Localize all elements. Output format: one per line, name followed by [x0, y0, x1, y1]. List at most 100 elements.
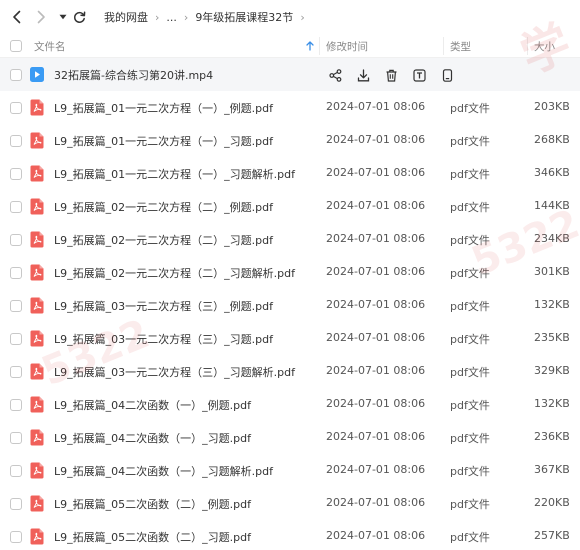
pdf-file-icon [30, 396, 44, 413]
pdf-file-icon [30, 297, 44, 314]
share-icon [328, 68, 341, 82]
breadcrumb-separator: › [155, 10, 160, 24]
back-button[interactable] [8, 8, 26, 26]
file-row[interactable]: L9_拓展篇_01一元二次方程（一）_习题解析.pdf 2024-07-01 08… [0, 157, 580, 190]
file-row[interactable]: L9_拓展篇_02一元二次方程（二）_习题解析.pdf 2024-07-01 08… [0, 256, 580, 289]
file-name[interactable]: L9_拓展篇_04二次函数（一）_习题解析.pdf [54, 463, 273, 479]
breadcrumb-item-root[interactable]: 我的网盘 [104, 9, 148, 25]
file-row[interactable]: L9_拓展篇_02一元二次方程（二）_习题.pdf 2024-07-01 08:0… [0, 223, 580, 256]
file-row[interactable]: L9_拓展篇_03一元二次方程（三）_例题.pdf 2024-07-01 08:0… [0, 289, 580, 322]
pdf-file-icon [30, 528, 44, 545]
sort-ascending-icon[interactable] [306, 41, 314, 51]
pdf-file-icon [30, 132, 44, 149]
file-name[interactable]: L9_拓展篇_02一元二次方程（二）_例题.pdf [54, 199, 273, 215]
file-type: pdf文件 [450, 366, 490, 379]
pdf-file-icon [30, 99, 44, 116]
delete-button[interactable] [382, 66, 400, 84]
file-type: pdf文件 [450, 234, 490, 247]
row-checkbox[interactable] [10, 300, 22, 312]
file-type: pdf文件 [450, 135, 490, 148]
file-name[interactable]: L9_拓展篇_04二次函数（一）_习题.pdf [54, 430, 251, 446]
download-icon [357, 68, 369, 81]
row-checkbox[interactable] [10, 399, 22, 411]
file-name[interactable]: L9_拓展篇_01一元二次方程（一）_习题.pdf [54, 133, 273, 149]
refresh-button[interactable] [70, 8, 88, 26]
file-size: 234KB [534, 232, 570, 245]
file-modified-date: 2024-07-01 08:06 [326, 298, 426, 311]
file-modified-date: 2024-07-01 08:06 [326, 199, 426, 212]
navigation-toolbar: 我的网盘 › ... › 9年级拓展课程32节 › [0, 0, 580, 34]
column-header-size[interactable]: 大小 [534, 39, 555, 54]
file-name[interactable]: L9_拓展篇_03一元二次方程（三）_习题解析.pdf [54, 364, 295, 380]
column-header-name[interactable]: 文件名 [34, 39, 66, 54]
file-type: pdf文件 [450, 432, 490, 445]
download-button[interactable] [354, 66, 372, 84]
file-row-video[interactable]: 32拓展篇-综合练习第20讲.mp4 [0, 58, 580, 91]
file-name[interactable]: L9_拓展篇_02一元二次方程（二）_习题.pdf [54, 232, 273, 248]
file-row[interactable]: L9_拓展篇_05二次函数（二）_例题.pdf 2024-07-01 08:06 p… [0, 487, 580, 520]
file-row[interactable]: L9_拓展篇_05二次函数（二）_习题.pdf 2024-07-01 08:06 p… [0, 520, 580, 550]
file-name[interactable]: L9_拓展篇_05二次函数（二）_习题.pdf [54, 529, 251, 545]
row-checkbox[interactable] [10, 465, 22, 477]
forward-button[interactable] [32, 8, 50, 26]
row-checkbox[interactable] [10, 432, 22, 444]
column-divider[interactable] [443, 37, 444, 55]
file-type: pdf文件 [450, 102, 490, 115]
row-checkbox[interactable] [10, 168, 22, 180]
file-name[interactable]: L9_拓展篇_01一元二次方程（一）_习题解析.pdf [54, 166, 295, 182]
file-type: pdf文件 [450, 300, 490, 313]
file-type: pdf文件 [450, 531, 490, 544]
file-name[interactable]: L9_拓展篇_01一元二次方程（一）_例题.pdf [54, 100, 273, 116]
file-list-header: 文件名 修改时间 类型 大小 [0, 34, 580, 58]
file-row[interactable]: L9_拓展篇_01一元二次方程（一）_例题.pdf 2024-07-01 08:0… [0, 91, 580, 124]
row-checkbox[interactable] [10, 498, 22, 510]
file-name[interactable]: L9_拓展篇_02一元二次方程（二）_习题解析.pdf [54, 265, 295, 281]
file-row[interactable]: L9_拓展篇_04二次函数（一）_习题解析.pdf 2024-07-01 08:0… [0, 454, 580, 487]
row-checkbox[interactable] [10, 234, 22, 246]
row-checkbox[interactable] [10, 69, 22, 81]
file-type: pdf文件 [450, 399, 490, 412]
row-checkbox[interactable] [10, 366, 22, 378]
file-size: 346KB [534, 166, 570, 179]
column-header-type[interactable]: 类型 [450, 39, 471, 54]
column-divider[interactable] [319, 37, 320, 55]
row-checkbox[interactable] [10, 267, 22, 279]
breadcrumb-separator: › [300, 10, 305, 24]
pdf-file-icon [30, 462, 44, 479]
file-name[interactable]: L9_拓展篇_05二次函数（二）_例题.pdf [54, 496, 251, 512]
file-name[interactable]: L9_拓展篇_03一元二次方程（三）_习题.pdf [54, 331, 273, 347]
rename-button[interactable] [410, 66, 428, 84]
file-size: 301KB [534, 265, 570, 278]
file-size: 268KB [534, 133, 570, 146]
row-checkbox[interactable] [10, 531, 22, 543]
file-type: pdf文件 [450, 168, 490, 181]
file-name[interactable]: L9_拓展篇_04二次函数（一）_例题.pdf [54, 397, 251, 413]
more-button[interactable] [438, 66, 456, 84]
file-name[interactable]: 32拓展篇-综合练习第20讲.mp4 [54, 67, 213, 83]
row-checkbox[interactable] [10, 201, 22, 213]
column-divider[interactable] [527, 37, 528, 55]
file-size: 220KB [534, 496, 570, 509]
breadcrumb: 我的网盘 › ... › 9年级拓展课程32节 › [104, 9, 312, 25]
file-type: pdf文件 [450, 465, 490, 478]
row-checkbox[interactable] [10, 102, 22, 114]
pdf-file-icon [30, 363, 44, 380]
column-header-modified[interactable]: 修改时间 [326, 39, 368, 54]
file-modified-date: 2024-07-01 08:06 [326, 397, 426, 410]
file-row[interactable]: L9_拓展篇_01一元二次方程（一）_习题.pdf 2024-07-01 08:0… [0, 124, 580, 157]
file-size: 236KB [534, 430, 570, 443]
row-checkbox[interactable] [10, 135, 22, 147]
row-checkbox[interactable] [10, 333, 22, 345]
select-all-checkbox[interactable] [10, 40, 22, 52]
breadcrumb-item-current[interactable]: 9年级拓展课程32节 [195, 9, 293, 25]
file-row[interactable]: L9_拓展篇_03一元二次方程（三）_习题.pdf 2024-07-01 08:0… [0, 322, 580, 355]
file-row[interactable]: L9_拓展篇_04二次函数（一）_习题.pdf 2024-07-01 08:06 p… [0, 421, 580, 454]
breadcrumb-item-ellipsis[interactable]: ... [166, 11, 177, 24]
pdf-file-icon [30, 330, 44, 347]
file-row[interactable]: L9_拓展篇_03一元二次方程（三）_习题解析.pdf 2024-07-01 08… [0, 355, 580, 388]
file-modified-date: 2024-07-01 08:06 [326, 133, 426, 146]
file-name[interactable]: L9_拓展篇_03一元二次方程（三）_例题.pdf [54, 298, 273, 314]
share-button[interactable] [326, 66, 344, 84]
file-row[interactable]: L9_拓展篇_02一元二次方程（二）_例题.pdf 2024-07-01 08:0… [0, 190, 580, 223]
file-row[interactable]: L9_拓展篇_04二次函数（一）_例题.pdf 2024-07-01 08:06 p… [0, 388, 580, 421]
